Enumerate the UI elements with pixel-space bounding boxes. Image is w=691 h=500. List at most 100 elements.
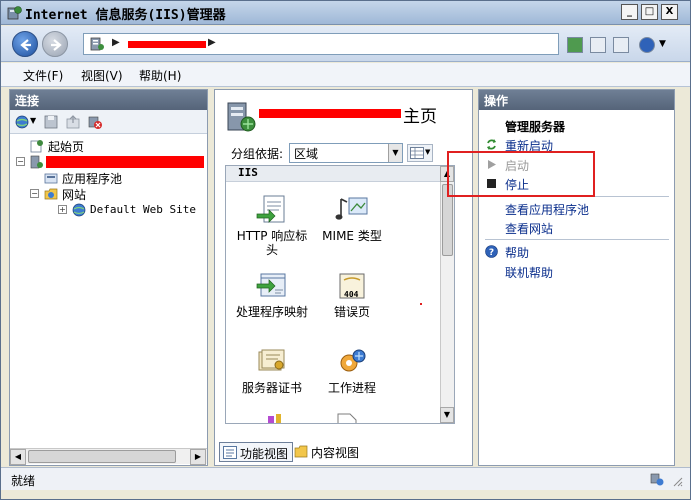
server-icon (30, 155, 43, 169)
mime-types-icon (335, 197, 368, 220)
feature-label-handler-mappings: 处理程序映射 (235, 305, 308, 319)
home-title-suffix: 主页 (403, 107, 437, 127)
chevron-down-icon[interactable]: ▼ (388, 144, 402, 162)
online-help-action[interactable]: 联机帮助 (505, 264, 553, 281)
tree-expander-default-site[interactable]: + (58, 205, 67, 214)
annotation-highlight-box (447, 151, 595, 197)
redacted-server-label (46, 156, 204, 168)
manage-server-heading: 管理服务器 (505, 120, 566, 134)
feature-label-server-certificates: 服务器证书 (241, 381, 302, 395)
restart-icon (487, 139, 496, 150)
actions-pane: 操作 管理服务器 重新启动 启动 停止 查看应用程序池 查看网站 ? 帮助 联机… (478, 89, 675, 466)
help-action[interactable]: 帮助 (505, 244, 529, 261)
tree-expander-sites[interactable]: − (30, 189, 39, 198)
scroll-thumb[interactable] (28, 450, 176, 463)
connections-pane: 连接 ▼ 起始页 − 应用程序池 − 网站 + Default Web Site… (9, 89, 208, 466)
redacted-home-title (259, 109, 401, 118)
actions-header: 操作 (479, 90, 674, 110)
server-home-icon (227, 102, 256, 132)
groupby-label: 分组依据: (231, 147, 284, 161)
globe-icon (72, 203, 86, 217)
tab-content-view[interactable]: 内容视图 (291, 442, 363, 462)
back-button[interactable] (12, 31, 38, 57)
connect-globe-icon[interactable] (14, 114, 30, 130)
resize-grip-icon[interactable] (671, 475, 683, 487)
status-text: 就绪 (11, 474, 36, 488)
app-pool-icon (44, 173, 58, 184)
feature-label-http-headers: HTTP 响应标头 (236, 229, 308, 257)
help-icon[interactable] (639, 37, 655, 53)
partial-feature-icon (268, 414, 281, 423)
refresh-icon[interactable] (567, 37, 583, 53)
worker-processes-icon (340, 349, 366, 372)
tree-label-app-pools: 应用程序池 (62, 172, 123, 186)
iis-manager-window: Internet 信息服务(IIS)管理器 _ □ X ▶ ▶ ▼ 文件(F) … (0, 0, 691, 500)
address-separator-end: ▶ (208, 37, 216, 48)
connect-dropdown-icon[interactable]: ▼ (30, 116, 36, 125)
arrow-right-icon (51, 39, 62, 51)
home-icon[interactable] (613, 37, 629, 53)
tree-item-default-web-site[interactable]: + Default Web Site (58, 202, 205, 218)
view-app-pools-action[interactable]: 查看应用程序池 (505, 201, 589, 218)
menu-file[interactable]: 文件(F) (23, 67, 63, 84)
help-dropdown[interactable]: ▼ (659, 39, 666, 49)
tree-item-start-page[interactable]: 起始页 (30, 138, 200, 154)
svg-text:?: ? (489, 248, 494, 258)
maximize-button[interactable]: □ (641, 4, 658, 20)
help-icon: ? (485, 245, 498, 258)
menu-bar: 文件(F) 视图(V) 帮助(H) (1, 63, 690, 87)
minimize-button[interactable]: _ (621, 4, 638, 20)
close-button[interactable]: X (661, 4, 678, 20)
actions-separator-2 (485, 239, 669, 240)
feature-error-pages[interactable]: 404 错误页 (312, 270, 392, 319)
forward-button[interactable] (42, 31, 68, 57)
arrow-left-icon (20, 39, 31, 51)
up-level-icon[interactable] (65, 114, 81, 130)
content-view-icon (294, 445, 308, 458)
start-page-icon (30, 140, 43, 153)
address-bar[interactable]: ▶ ▶ (83, 33, 559, 55)
title-bar[interactable]: Internet 信息服务(IIS)管理器 _ □ X (1, 1, 690, 25)
feature-label-worker-processes: 工作进程 (327, 381, 376, 395)
scroll-right-button[interactable]: ▶ (190, 449, 206, 465)
view-dropdown-icon: ▼ (425, 148, 431, 156)
connections-toolbar: ▼ (10, 110, 207, 134)
view-mode-button[interactable]: ▼ (407, 144, 433, 162)
tab-label-content: 内容视图 (311, 446, 360, 460)
groupby-select[interactable]: 区域 ▼ (289, 143, 403, 163)
feature-worker-processes[interactable]: 工作进程 (312, 346, 392, 395)
view-sites-action[interactable]: 查看网站 (505, 220, 553, 237)
connections-horizontal-scrollbar[interactable]: ◀ ▶ (10, 448, 207, 465)
feature-http-response-headers[interactable]: HTTP 响应标头 (232, 194, 312, 257)
menu-help[interactable]: 帮助(H) (139, 67, 181, 84)
tree-expander-server[interactable]: − (16, 157, 25, 166)
grid-view-icon (410, 147, 424, 159)
redacted-server-name (128, 41, 206, 48)
scroll-left-button[interactable]: ◀ (10, 449, 26, 465)
save-icon[interactable] (43, 114, 59, 130)
status-bar: 就绪 (1, 467, 690, 490)
server-icon (90, 37, 104, 51)
tab-features-view[interactable]: 功能视图 (219, 442, 294, 462)
connections-tree: 起始页 − 应用程序池 − 网站 + Default Web Site (12, 136, 205, 446)
address-separator: ▶ (112, 37, 120, 48)
features-vertical-scrollbar[interactable]: ▲ ▼ (440, 166, 454, 423)
feature-label-mime-types: MIME 类型 (322, 229, 382, 243)
tree-item-server[interactable]: − (16, 154, 205, 170)
feature-label-error-pages: 错误页 (333, 305, 370, 319)
partial-document-icon (337, 413, 357, 423)
menu-view[interactable]: 视图(V) (81, 67, 123, 84)
feature-mime-types[interactable]: MIME 类型 (312, 194, 392, 243)
tree-item-sites[interactable]: − 网站 (30, 186, 200, 202)
sites-folder-icon (44, 188, 58, 200)
groupby-value: 区域 (294, 147, 319, 161)
disconnect-icon[interactable] (87, 114, 103, 130)
tree-item-app-pools[interactable]: 应用程序池 (44, 170, 204, 186)
scroll-down-button[interactable]: ▼ (440, 407, 454, 423)
window-title: Internet 信息服务(IIS)管理器 (25, 8, 226, 23)
handler-mappings-icon (256, 273, 286, 297)
stop-loading-icon[interactable] (590, 37, 606, 53)
feature-server-certificates[interactable]: 服务器证书 (232, 346, 312, 395)
feature-handler-mappings[interactable]: 处理程序映射 (232, 270, 312, 319)
connections-header: 连接 (10, 90, 207, 110)
